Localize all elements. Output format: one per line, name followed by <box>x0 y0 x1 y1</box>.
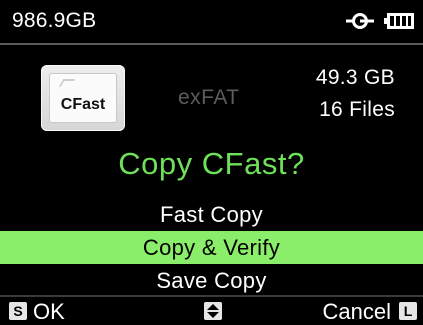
filesystem-label: exFAT <box>178 86 240 109</box>
prompt-title: Copy CFast? <box>118 146 305 181</box>
storage-remaining: 986.9GB <box>12 9 97 32</box>
l-key-icon[interactable]: L <box>399 302 417 320</box>
card-label: CFast <box>60 96 106 113</box>
menu-item-fast-copy[interactable]: Fast Copy <box>0 198 423 231</box>
up-down-arrows-icon[interactable] <box>204 302 222 320</box>
battery-icon <box>384 13 414 29</box>
menu-item-copy-verify[interactable]: Copy & Verify <box>0 231 423 264</box>
status-bar: 986.9GB <box>0 0 423 43</box>
ok-softkey[interactable]: OK <box>33 299 65 325</box>
status-divider <box>0 43 423 45</box>
menu-item-save-copy[interactable]: Save Copy <box>0 264 423 297</box>
card-file-count: 16 Files <box>319 98 395 121</box>
bottom-divider <box>0 295 423 297</box>
s-key-icon[interactable]: S <box>9 302 27 320</box>
card-size: 49.3 GB <box>315 66 395 89</box>
cfast-card-icon: CFast <box>41 65 125 131</box>
cancel-softkey[interactable]: Cancel <box>323 299 391 325</box>
plug-icon <box>346 13 374 29</box>
